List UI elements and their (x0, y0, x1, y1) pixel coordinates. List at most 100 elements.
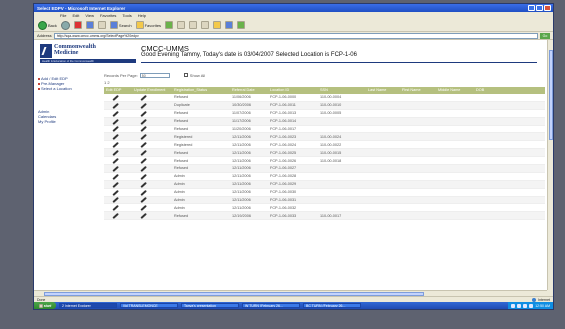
search-button[interactable]: Search (109, 21, 132, 30)
edit-edp-cell[interactable] (104, 101, 132, 110)
edit-edp-cell[interactable] (104, 132, 132, 142)
dob-cell (474, 164, 545, 173)
update-enrollment-cell[interactable] (132, 93, 172, 102)
pencil-icon (112, 165, 119, 172)
edit-edp-cell[interactable] (104, 164, 132, 173)
update-enrollment-cell[interactable] (132, 156, 172, 166)
location-id-cell: FCP-1-06-0025 (268, 148, 318, 158)
last-name-cell (366, 180, 400, 189)
edit-edp-cell[interactable] (104, 117, 132, 126)
edit-edp-cell[interactable] (104, 156, 132, 166)
menu-tools[interactable]: Tools (122, 13, 131, 18)
discuss-icon[interactable] (237, 21, 246, 29)
update-enrollment-cell[interactable] (132, 101, 172, 110)
edit-edp-cell[interactable] (104, 172, 132, 181)
menu-view[interactable]: View (85, 13, 94, 18)
records-table: Edit EDP Update Enrollment Registration_… (104, 87, 545, 221)
pencil-icon (140, 213, 147, 219)
update-enrollment-cell[interactable] (132, 180, 172, 189)
pencil-icon (112, 118, 119, 125)
update-enrollment-cell[interactable] (132, 203, 172, 213)
update-enrollment-cell[interactable] (132, 125, 172, 134)
edit-edp-cell[interactable] (104, 148, 132, 158)
menu-help[interactable]: Help (138, 13, 146, 18)
close-button[interactable] (544, 5, 551, 11)
security-zone: Internet (532, 297, 550, 302)
edit-edp-cell[interactable] (104, 125, 132, 134)
dob-cell (474, 188, 545, 197)
back-button[interactable]: Back (38, 20, 57, 30)
address-input[interactable]: http://sqa-www.cmcc.umms.org/SelectPage%… (53, 32, 538, 39)
update-enrollment-cell[interactable] (132, 148, 172, 158)
refresh-icon[interactable] (85, 21, 94, 29)
update-enrollment-cell[interactable] (132, 196, 172, 205)
taskbar-item-w-turn[interactable]: W TURN (February 26... (242, 303, 300, 308)
update-enrollment-cell[interactable] (132, 140, 172, 150)
messenger-icon[interactable] (225, 21, 234, 29)
tray-icon[interactable] (511, 303, 516, 308)
stop-icon[interactable] (73, 21, 82, 29)
taskbar-item-translemonce[interactable]: \\id TRANSLEMONCE (120, 303, 178, 308)
folder-icon[interactable] (213, 21, 222, 29)
edit-edp-cell[interactable] (104, 180, 132, 189)
sidebar-item-my-profile[interactable]: My Profile (38, 119, 102, 124)
tray-icon[interactable] (523, 303, 528, 308)
update-enrollment-cell[interactable] (132, 109, 172, 118)
maximize-button[interactable] (536, 5, 543, 11)
home-icon[interactable] (97, 21, 106, 29)
vertical-scrollbar[interactable] (547, 40, 553, 290)
ssn-cell: 110-00-0022 (318, 140, 366, 150)
table-row: Admin 12/11/2006 FCP-1-06-0028 (104, 172, 545, 181)
forward-button[interactable] (60, 20, 70, 30)
menu-edit[interactable]: Edit (72, 13, 79, 18)
mail-icon[interactable] (177, 21, 186, 29)
go-button[interactable]: Go (540, 32, 550, 39)
start-button[interactable]: start (34, 302, 56, 309)
vertical-scroll-thumb[interactable] (549, 50, 553, 140)
edit-edp-cell[interactable] (104, 211, 132, 221)
update-enrollment-cell[interactable] (132, 172, 172, 181)
edit-edp-cell[interactable] (104, 93, 132, 102)
update-enrollment-cell[interactable] (132, 132, 172, 142)
pencil-icon (140, 102, 147, 109)
minimize-button[interactable] (528, 5, 535, 11)
taskbar-item-ie[interactable]: 2 Internet Explorer (59, 303, 117, 308)
update-enrollment-cell[interactable] (132, 164, 172, 173)
browser-window: Select EDPV - Microsoft Internet Explore… (34, 4, 553, 309)
records-per-page-input[interactable]: 50 (139, 72, 170, 78)
sidebar-link-select-location[interactable]: Select a Location (38, 86, 102, 91)
update-enrollment-cell[interactable] (132, 117, 172, 126)
middle-name-cell (436, 211, 474, 221)
taskbar-item-bc-turn[interactable]: BC TURN (February 26... (303, 303, 361, 308)
update-enrollment-cell[interactable] (132, 211, 172, 221)
update-enrollment-cell[interactable] (132, 188, 172, 197)
print-icon[interactable] (189, 21, 198, 29)
tray-icon[interactable] (529, 303, 534, 308)
pencil-icon (112, 189, 119, 196)
edit-edp-cell[interactable] (104, 188, 132, 197)
location-id-cell: FCP-1-06-0023 (268, 132, 318, 142)
middle-name-cell (436, 140, 474, 150)
edit-edp-cell[interactable] (104, 196, 132, 205)
edit-edp-cell[interactable] (104, 140, 132, 150)
star-icon (135, 21, 144, 29)
pager[interactable]: 1 2 (104, 80, 545, 86)
menu-favorites[interactable]: Favorites (100, 13, 116, 18)
tray-icon[interactable] (517, 303, 522, 308)
taskbar-item-presentation[interactable]: Tanya's presentation (181, 303, 239, 308)
favorites-button[interactable]: Favorites (135, 21, 161, 30)
registration-status-cell: Refused (172, 109, 230, 118)
toolbar: Back Search Favorites (34, 19, 553, 32)
show-all-checkbox[interactable] (183, 73, 188, 77)
pencil-icon (140, 189, 147, 196)
edit-edp-cell[interactable] (104, 203, 132, 213)
first-name-cell (400, 180, 436, 189)
edit-edp-cell[interactable] (104, 109, 132, 118)
registration-status-cell: Refused (172, 125, 230, 134)
history-icon[interactable] (165, 21, 174, 29)
pencil-icon (112, 142, 119, 148)
ssn-cell (318, 117, 366, 126)
menu-file[interactable]: File (60, 13, 66, 18)
registration-status-cell: Admin (172, 180, 230, 189)
edit-icon[interactable] (201, 21, 210, 29)
